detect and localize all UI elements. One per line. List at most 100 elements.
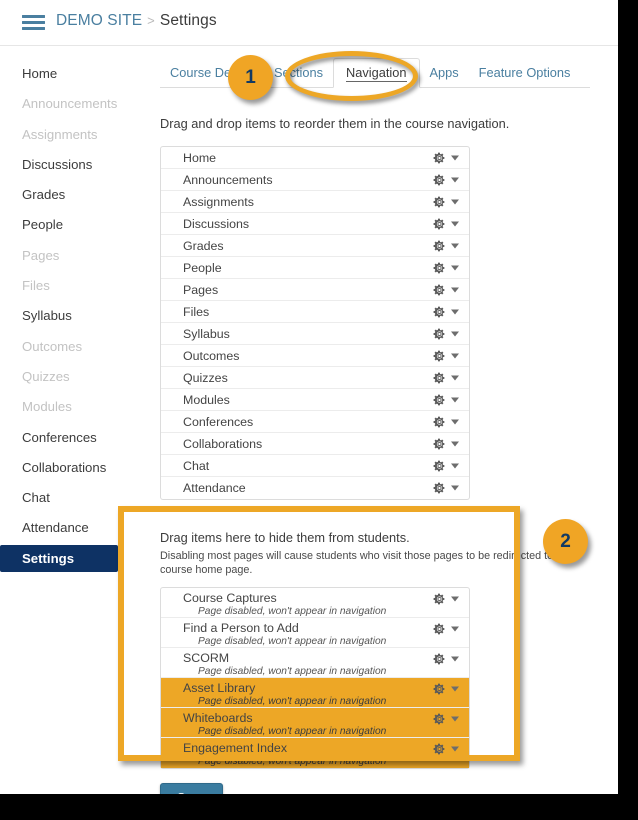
sidebar-item-syllabus[interactable]: Syllabus	[0, 302, 140, 329]
hidden-navigation-row[interactable]: SCORM Page disabled, won't appear in navi…	[161, 648, 469, 678]
navigation-row[interactable]: Quizzes	[161, 367, 469, 389]
chevron-down-icon[interactable]	[451, 155, 459, 160]
chevron-down-icon[interactable]	[451, 177, 459, 182]
navigation-row[interactable]: People	[161, 257, 469, 279]
sidebar-item-conferences[interactable]: Conferences	[0, 424, 140, 451]
chevron-down-icon[interactable]	[451, 441, 459, 446]
sidebar-item-outcomes[interactable]: Outcomes	[0, 333, 140, 360]
chevron-down-icon[interactable]	[451, 626, 459, 632]
row-settings-control[interactable]	[433, 371, 459, 384]
navigation-row[interactable]: Announcements	[161, 169, 469, 191]
hidden-row-label: Course Captures	[183, 591, 277, 605]
save-button[interactable]: Save	[160, 783, 223, 794]
sidebar-item-quizzes[interactable]: Quizzes	[0, 363, 140, 390]
navigation-row-label: Syllabus	[183, 326, 230, 341]
tab-apps[interactable]: Apps	[420, 59, 469, 87]
hamburger-icon[interactable]	[22, 15, 45, 30]
chevron-down-icon[interactable]	[451, 485, 459, 491]
row-settings-control[interactable]	[433, 653, 459, 666]
chevron-down-icon[interactable]	[451, 375, 459, 380]
chevron-down-icon[interactable]	[451, 463, 459, 468]
row-settings-control[interactable]	[433, 327, 459, 340]
row-settings-control[interactable]	[433, 283, 459, 296]
sidebar-item-files[interactable]: Files	[0, 272, 140, 299]
chevron-down-icon[interactable]	[451, 243, 459, 248]
chevron-down-icon[interactable]	[451, 331, 459, 336]
row-settings-control[interactable]	[433, 261, 459, 274]
navigation-row[interactable]: Grades	[161, 235, 469, 257]
row-settings-control[interactable]	[433, 173, 459, 186]
chevron-down-icon[interactable]	[451, 309, 459, 314]
navigation-row[interactable]: Outcomes	[161, 345, 469, 367]
sidebar-item-pages[interactable]: Pages	[0, 242, 140, 269]
visible-navigation-list[interactable]: Home Announcements Assignments Discussions G…	[160, 146, 470, 500]
row-settings-control[interactable]	[433, 393, 459, 406]
breadcrumb-root-link[interactable]: DEMO SITE	[56, 12, 142, 29]
chevron-down-icon[interactable]	[451, 686, 459, 692]
hidden-navigation-row[interactable]: Course Captures Page disabled, won't appe…	[161, 588, 469, 618]
tab-navigation[interactable]: Navigation	[333, 58, 420, 88]
chevron-down-icon[interactable]	[451, 221, 459, 226]
chevron-down-icon[interactable]	[451, 746, 459, 752]
navigation-row[interactable]: Chat	[161, 455, 469, 477]
hidden-navigation-row[interactable]: Asset Library Page disabled, won't appear…	[161, 678, 469, 708]
row-settings-control[interactable]	[433, 305, 459, 318]
hidden-row-note: Page disabled, won't appear in navigatio…	[198, 666, 387, 677]
row-settings-control[interactable]	[433, 623, 459, 636]
chevron-down-icon[interactable]	[451, 265, 459, 270]
row-settings-control[interactable]	[433, 743, 459, 756]
sidebar-item-settings[interactable]: Settings	[0, 544, 118, 572]
gear-icon	[433, 328, 445, 339]
gear-icon	[433, 306, 445, 317]
navigation-row[interactable]: Conferences	[161, 411, 469, 433]
row-settings-control[interactable]	[433, 415, 459, 428]
sidebar-item-announcements[interactable]: Announcements	[0, 90, 140, 117]
tab-sections[interactable]: Sections	[264, 59, 333, 87]
navigation-row[interactable]: Home	[161, 147, 469, 169]
sidebar-item-chat[interactable]: Chat	[0, 484, 140, 511]
hidden-navigation-list[interactable]: Course Captures Page disabled, won't appe…	[160, 587, 470, 769]
navigation-row[interactable]: Modules	[161, 389, 469, 411]
row-settings-control[interactable]	[433, 217, 459, 230]
row-settings-control[interactable]	[433, 459, 459, 472]
sidebar-item-modules[interactable]: Modules	[0, 393, 140, 420]
chevron-down-icon[interactable]	[451, 656, 459, 662]
tab-feature-options[interactable]: Feature Options	[469, 59, 581, 87]
hidden-section-subtext: Disabling most pages will cause students…	[160, 550, 572, 576]
hidden-navigation-row[interactable]: Whiteboards Page disabled, won't appear i…	[161, 708, 469, 738]
sidebar-item-collaborations[interactable]: Collaborations	[0, 454, 140, 481]
row-settings-control[interactable]	[433, 437, 459, 450]
chevron-down-icon[interactable]	[451, 596, 459, 602]
hidden-navigation-row[interactable]: Find a Person to Add Page disabled, won't…	[161, 618, 469, 648]
navigation-row[interactable]: Pages	[161, 279, 469, 301]
navigation-row[interactable]: Syllabus	[161, 323, 469, 345]
chevron-down-icon[interactable]	[451, 716, 459, 722]
row-settings-control[interactable]	[433, 239, 459, 252]
navigation-row[interactable]: Files	[161, 301, 469, 323]
chevron-down-icon[interactable]	[451, 397, 459, 402]
row-settings-control[interactable]	[433, 683, 459, 696]
hidden-navigation-row[interactable]: Engagement Index Page disabled, won't app…	[161, 738, 469, 768]
row-settings-control[interactable]	[433, 195, 459, 208]
row-settings-control[interactable]	[433, 151, 459, 164]
chevron-down-icon[interactable]	[451, 419, 459, 424]
sidebar-item-people[interactable]: People	[0, 211, 140, 238]
sidebar-item-home[interactable]: Home	[0, 60, 140, 87]
navigation-row[interactable]: Discussions	[161, 213, 469, 235]
sidebar-item-assignments[interactable]: Assignments	[0, 121, 140, 148]
hidden-row-label: Find a Person to Add	[183, 621, 299, 635]
sidebar-item-discussions[interactable]: Discussions	[0, 151, 140, 178]
navigation-row[interactable]: Assignments	[161, 191, 469, 213]
gear-icon	[433, 394, 445, 405]
chevron-down-icon[interactable]	[451, 353, 459, 358]
row-settings-control[interactable]	[433, 482, 459, 495]
chevron-down-icon[interactable]	[451, 199, 459, 204]
row-settings-control[interactable]	[433, 713, 459, 726]
row-settings-control[interactable]	[433, 349, 459, 362]
navigation-row[interactable]: Collaborations	[161, 433, 469, 455]
sidebar-item-attendance[interactable]: Attendance	[0, 514, 140, 541]
navigation-row[interactable]: Attendance	[161, 477, 469, 499]
chevron-down-icon[interactable]	[451, 287, 459, 292]
sidebar-item-grades[interactable]: Grades	[0, 181, 140, 208]
row-settings-control[interactable]	[433, 593, 459, 606]
